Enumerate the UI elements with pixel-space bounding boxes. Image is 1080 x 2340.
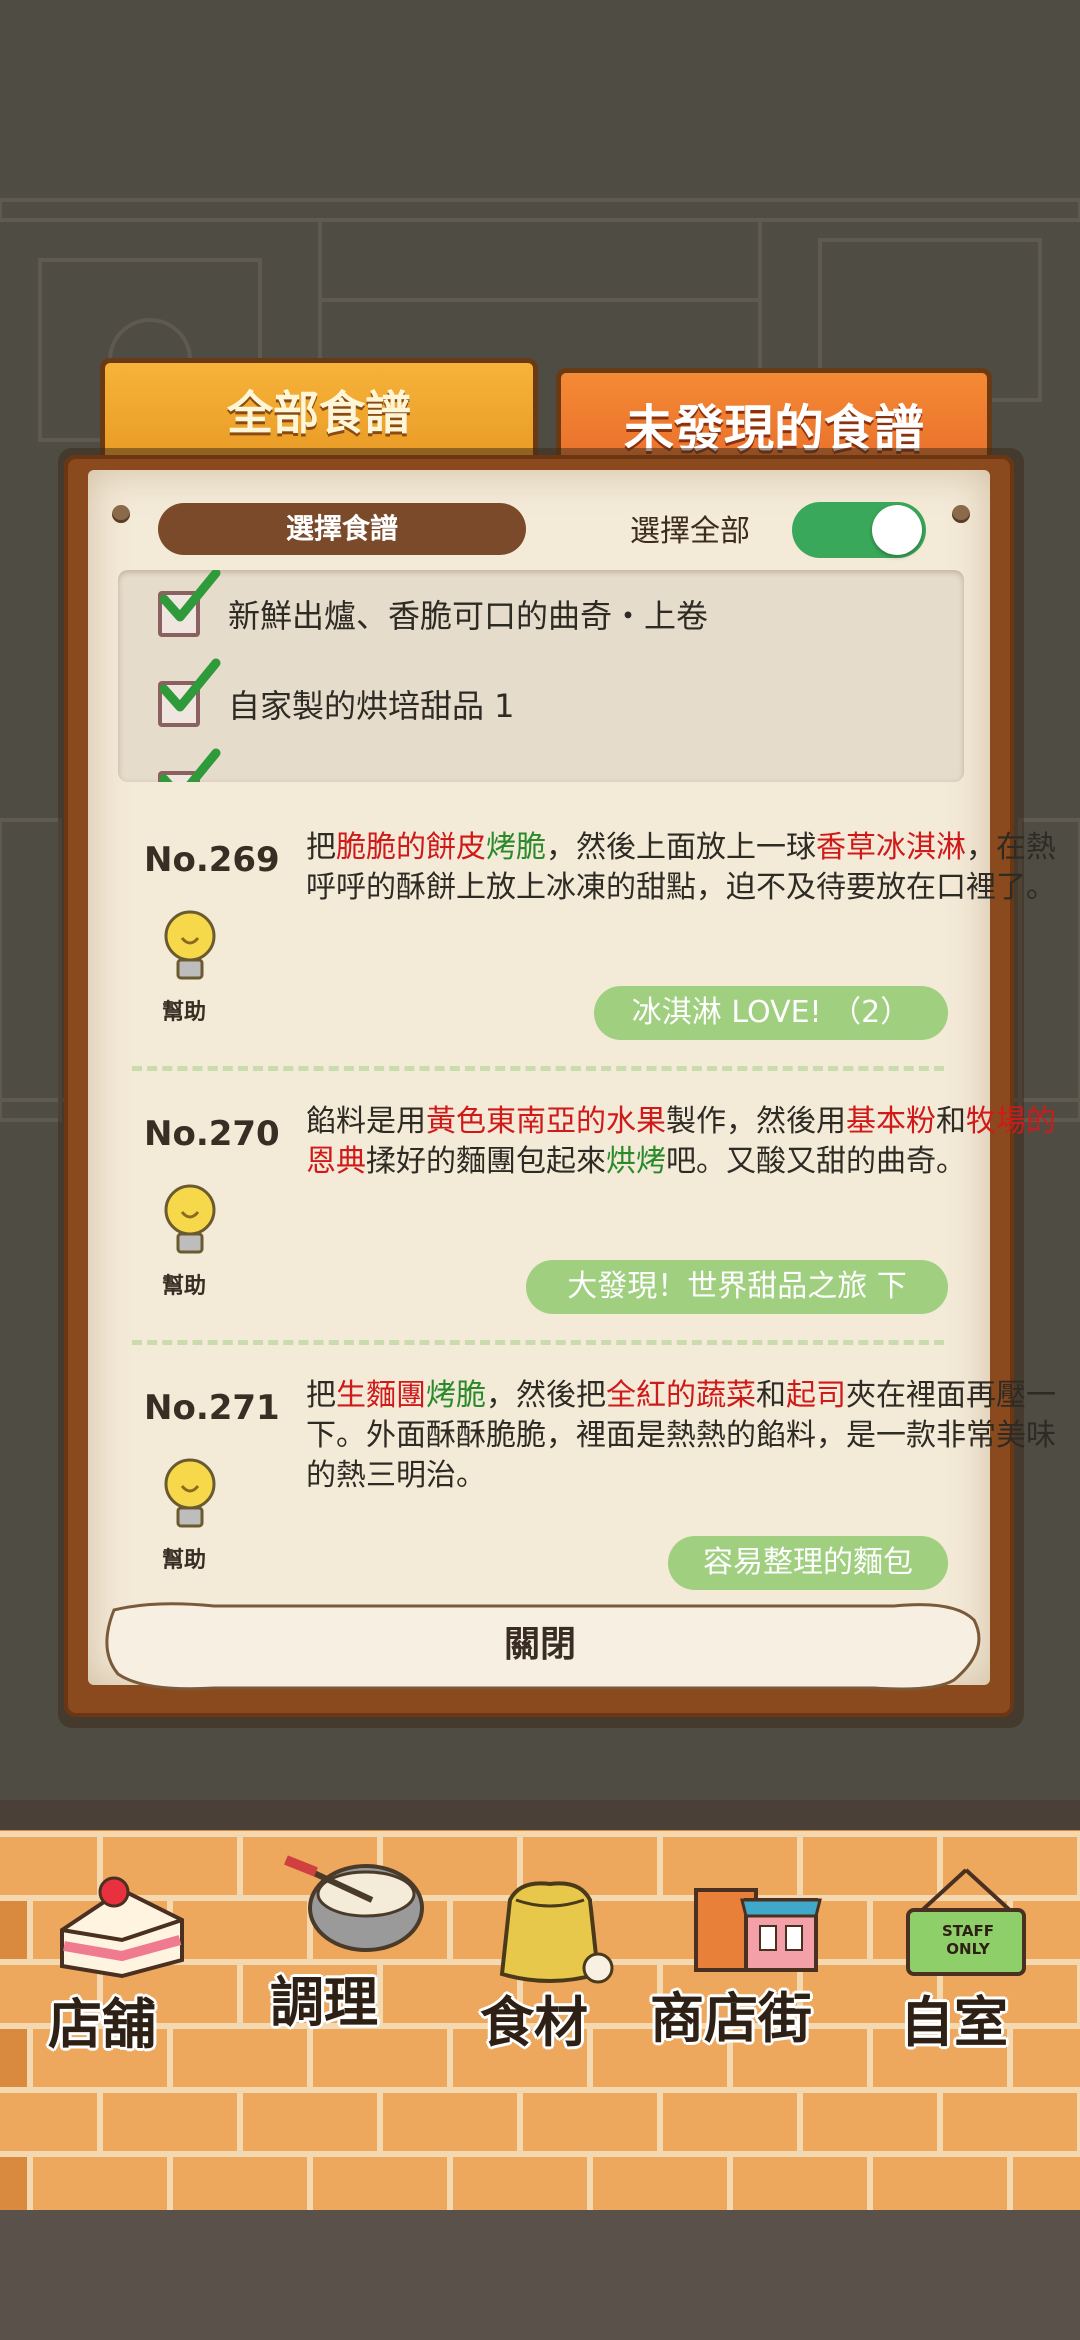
nav-my-room-label: 自室 — [900, 1991, 1008, 2054]
recipe-book-badge[interactable]: 冰淇淋 LOVE! （2） — [594, 986, 948, 1040]
floor — [0, 2210, 1080, 2340]
book-label: 新鮮出爐、香脆可口的曲奇・上卷 — [228, 597, 709, 635]
nav-shopping-street-label: 商店街 — [650, 1987, 812, 2050]
book-item[interactable]: 新鮮出爐、香脆可口的曲奇・上卷 — [158, 570, 709, 654]
select-all-toggle[interactable] — [792, 502, 926, 558]
storefront-icon — [694, 1888, 822, 1972]
recipe-entry: No.271 幫助 把生麵團烤脆，然後把全紅的蔬菜和起司夾在裡面再壓一下。外面酥… — [118, 1376, 1056, 1606]
description-text: ，然後把 — [486, 1378, 606, 1413]
ingredient-highlight: 起司 — [786, 1378, 846, 1413]
select-recipes-label: 選擇食譜 — [158, 503, 526, 555]
nav-ingredients-label: 食材 — [480, 1991, 588, 2054]
method-highlight: 烘烤 — [606, 1144, 666, 1179]
checkmark-icon — [159, 570, 221, 622]
description-text: 揉好的麵團包起來 — [366, 1144, 606, 1179]
recipe-description: 餡料是用黃色東南亞的水果製作，然後用基本粉和牧場的恩典揉好的麵團包起來烘烤吧。又… — [306, 1102, 1064, 1182]
cake-icon — [60, 1876, 184, 1979]
close-button[interactable]: 關閉 — [0, 1618, 1080, 1672]
nav-shop-button[interactable]: 店舖 — [30, 1860, 210, 2060]
staff-only-text: STAFF ONLY — [942, 1922, 994, 1958]
recipe-number: No.270 — [144, 1114, 280, 1154]
ingredient-highlight: 黃色東南亞的水果 — [426, 1104, 666, 1139]
select-all-label: 選擇全部 — [630, 514, 750, 549]
recipe-book-list[interactable]: 新鮮出爐、香脆可口的曲奇・上卷 自家製的烘培甜品 1 — [118, 570, 964, 782]
recipe-book-badge[interactable]: 容易整理的麵包 — [668, 1536, 948, 1590]
nav-ingredients-button[interactable]: 食材 — [470, 1860, 630, 2060]
recipe-entry: No.269 幫助 把脆脆的餅皮烤脆，然後上面放上一球香草冰淇淋，在熱呼呼的酥餅… — [118, 828, 1056, 1058]
description-text: 吧。又酸又甜的曲奇。 — [666, 1144, 966, 1179]
recipe-description: 把生麵團烤脆，然後把全紅的蔬菜和起司夾在裡面再壓一下。外面酥酥脆脆，裡面是熱熱的… — [306, 1376, 1064, 1496]
help-label: 幫助 — [162, 1548, 207, 1573]
ingredient-highlight: 香草冰淇淋 — [816, 830, 966, 865]
help-label: 幫助 — [162, 1000, 207, 1025]
recipe-number: No.271 — [144, 1388, 280, 1428]
lightbulb-icon[interactable] — [158, 1456, 222, 1540]
lightbulb-icon[interactable] — [158, 908, 222, 992]
nav-cook-label: 調理 — [270, 1971, 378, 2034]
flour-sack-icon — [499, 1881, 614, 1984]
nav-my-room-button[interactable]: STAFF ONLY 自室 — [886, 1860, 1046, 2060]
nail-left — [112, 505, 130, 523]
checkmark-icon — [159, 658, 221, 712]
description-text: 餡料是用 — [306, 1104, 426, 1139]
ingredient-highlight: 基本粉 — [846, 1104, 936, 1139]
checkmark-icon — [159, 748, 221, 782]
book-item-partial[interactable] — [158, 748, 228, 782]
lightbulb-icon[interactable] — [158, 1182, 222, 1266]
method-highlight: 烤脆 — [486, 830, 546, 865]
recipe-number: No.269 — [144, 840, 280, 880]
description-text: 和 — [936, 1104, 966, 1139]
book-label: 自家製的烘培甜品 1 — [228, 687, 515, 725]
ingredient-highlight: 脆脆的餅皮 — [336, 830, 486, 865]
help-label: 幫助 — [162, 1274, 207, 1299]
mixing-bowl-icon — [284, 1855, 424, 1952]
ingredient-highlight: 全紅的蔬菜 — [606, 1378, 756, 1413]
description-text: 把 — [306, 830, 336, 865]
nav-shop-label: 店舖 — [48, 1993, 156, 2056]
description-text: 和 — [756, 1378, 786, 1413]
recipe-book-badge[interactable]: 大發現！世界甜品之旅 下 — [526, 1260, 948, 1314]
nav-shopping-street-button[interactable]: 商店街 — [646, 1850, 858, 2060]
description-text: ，然後上面放上一球 — [546, 830, 816, 865]
ingredient-highlight: 生麵團 — [336, 1378, 426, 1413]
recipe-entry: No.270 幫助 餡料是用黃色東南亞的水果製作，然後用基本粉和牧場的恩典揉好的… — [118, 1102, 1056, 1332]
checkbox[interactable] — [158, 658, 221, 727]
method-highlight: 烤脆 — [426, 1378, 486, 1413]
nav-cook-button[interactable]: 調理 — [262, 1850, 432, 2050]
recipe-description: 把脆脆的餅皮烤脆，然後上面放上一球香草冰淇淋，在熱呼呼的酥餅上放上冰凍的甜點，迫… — [306, 828, 1064, 908]
checkbox[interactable] — [158, 748, 221, 782]
book-item[interactable]: 自家製的烘培甜品 1 — [158, 658, 515, 744]
nail-right — [952, 505, 970, 523]
checkbox[interactable] — [158, 570, 221, 637]
entry-divider — [132, 1340, 944, 1345]
description-text: 把 — [306, 1378, 336, 1413]
toggle-knob — [872, 505, 922, 555]
entry-divider — [132, 1066, 944, 1071]
description-text: 製作，然後用 — [666, 1104, 846, 1139]
